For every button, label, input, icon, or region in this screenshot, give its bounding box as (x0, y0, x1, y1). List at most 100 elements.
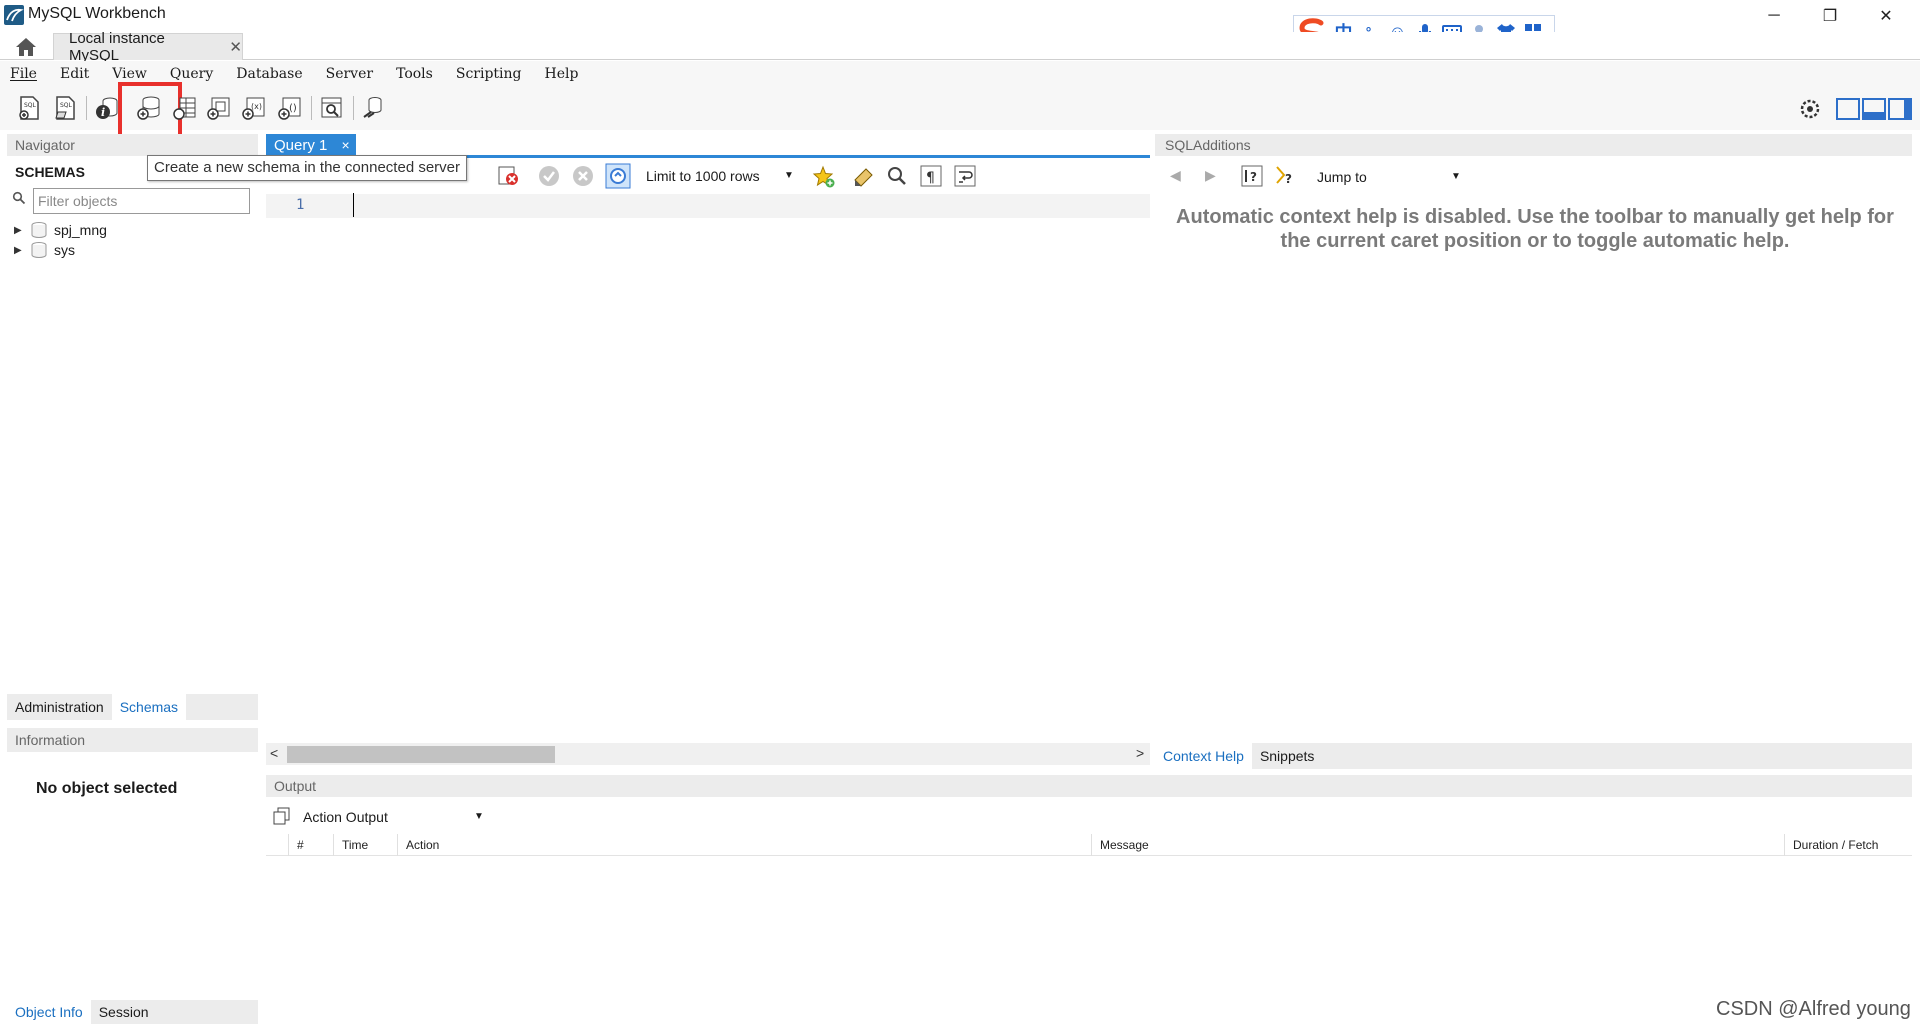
search-icon (12, 191, 26, 208)
filter-objects-input[interactable]: Filter objects (33, 188, 250, 214)
sqladditions-toolbar (1155, 158, 1912, 192)
beautify-brush-icon[interactable] (852, 165, 876, 192)
home-icon[interactable] (8, 34, 44, 60)
menu-file[interactable]: File (10, 66, 37, 82)
svg-text:(x): (x) (251, 102, 262, 111)
information-header: Information (7, 728, 258, 752)
create-procedure-icon[interactable]: (x) (241, 95, 267, 121)
invisible-chars-icon[interactable]: ¶ (920, 165, 942, 190)
inspector-info-icon[interactable]: i (94, 95, 120, 121)
column-time[interactable]: Time (342, 838, 368, 852)
menu-query[interactable]: Query (170, 66, 213, 82)
connection-tab[interactable]: Local instance MySQL ✕ (53, 30, 243, 64)
navigator-title: Navigator (15, 137, 79, 153)
create-view-icon[interactable] (206, 95, 232, 121)
dropdown-arrow-icon[interactable]: ▼ (784, 165, 794, 187)
menu-scripting[interactable]: Scripting (456, 66, 522, 82)
close-icon[interactable]: ✕ (229, 38, 242, 56)
column-number[interactable]: # (297, 838, 304, 852)
toggle-sidebar-icon[interactable] (1836, 98, 1860, 120)
schema-row-spj-mng[interactable]: ▶ spj_mng (14, 220, 107, 240)
create-table-icon[interactable] (172, 95, 198, 121)
toggle-output-panel-icon[interactable] (1862, 98, 1886, 120)
svg-text:(): () (289, 103, 297, 114)
forward-arrow-icon[interactable]: ▶ (1205, 167, 1216, 184)
menu-help[interactable]: Help (545, 66, 579, 82)
svg-text:?: ? (1250, 170, 1257, 184)
open-sql-script-icon[interactable]: SQL (52, 95, 78, 121)
mysql-workbench-app-icon (4, 5, 24, 25)
menu-tools[interactable]: Tools (396, 66, 433, 82)
window-title: MySQL Workbench (28, 5, 166, 22)
database-icon (31, 222, 47, 238)
tab-schemas[interactable]: Schemas (111, 694, 187, 720)
output-header: Output (266, 775, 1912, 797)
context-help-message: Automatic context help is disabled. Use … (1176, 206, 1894, 252)
schemas-title: SCHEMAS (15, 164, 86, 180)
tab-object-info[interactable]: Object Info (7, 1000, 91, 1024)
sqladditions-title: SQLAdditions (1165, 137, 1255, 153)
svg-text:?: ? (1285, 172, 1292, 186)
back-arrow-icon[interactable]: ◀ (1170, 167, 1181, 184)
column-message[interactable]: Message (1100, 838, 1149, 852)
column-action[interactable]: Action (406, 838, 439, 852)
schema-name: sys (54, 242, 75, 258)
auto-help-toggle-icon[interactable]: ? (1274, 165, 1296, 190)
stop-query-icon[interactable] (497, 164, 521, 191)
dropdown-arrow-icon[interactable]: ▼ (474, 806, 484, 828)
tab-snippets[interactable]: Snippets (1252, 743, 1322, 769)
menu-server[interactable]: Server (326, 66, 373, 82)
limit-rows-select[interactable]: Limit to 1000 rows (646, 165, 796, 187)
expand-arrow-icon[interactable]: ▶ (14, 225, 30, 236)
copy-icon[interactable] (273, 807, 291, 828)
expand-arrow-icon[interactable]: ▶ (14, 245, 30, 256)
menu-edit[interactable]: Edit (60, 66, 89, 82)
schema-name: spj_mng (54, 222, 107, 238)
close-icon[interactable]: × (342, 137, 350, 153)
dropdown-arrow-icon[interactable]: ▼ (1451, 166, 1461, 188)
output-type-select[interactable]: Action Output (303, 806, 483, 828)
output-title: Output (274, 778, 321, 794)
database-icon (31, 242, 47, 258)
output-column-headers (266, 832, 1912, 856)
no-object-message: No object selected (36, 780, 178, 797)
find-replace-icon[interactable] (886, 165, 908, 190)
new-sql-tab-icon[interactable]: SQL (16, 95, 42, 121)
search-table-data-icon[interactable] (319, 95, 345, 121)
schema-row-sys[interactable]: ▶ sys (14, 240, 75, 260)
commit-icon[interactable] (538, 165, 560, 190)
toggle-secondary-sidebar-icon[interactable] (1888, 98, 1912, 120)
watermark: CSDN @Alfred young (1716, 998, 1911, 1020)
maximize-button[interactable]: ❐ (1802, 0, 1858, 32)
output-log (266, 856, 1912, 1024)
word-wrap-icon[interactable] (954, 165, 976, 190)
close-window-button[interactable]: ✕ (1858, 0, 1914, 32)
sql-editor[interactable] (266, 218, 1150, 743)
rollback-icon[interactable] (572, 165, 594, 190)
line-number: 1 (296, 197, 305, 213)
query-tab[interactable]: Query 1 × (266, 134, 356, 156)
menu-view[interactable]: View (112, 66, 147, 82)
svg-text:¶: ¶ (926, 170, 935, 186)
reconnect-dbms-icon[interactable] (361, 95, 387, 121)
jump-to-select[interactable]: Jump to (1317, 166, 1462, 188)
menu-database[interactable]: Database (236, 66, 302, 82)
create-function-icon[interactable]: () (277, 95, 303, 121)
sqladditions-tabs: Context Help Snippets (1155, 743, 1912, 769)
connection-tab-label: Local instance MySQL (69, 30, 165, 64)
scroll-right-arrow-icon[interactable]: > (1136, 745, 1144, 761)
minimize-button[interactable]: ─ (1746, 0, 1802, 32)
query-tab-label: Query 1 (274, 137, 328, 154)
information-tabs: Object Info Session (7, 1000, 258, 1024)
connection-tab-strip (0, 32, 1920, 60)
scroll-left-arrow-icon[interactable]: < (270, 745, 278, 761)
manual-help-icon[interactable]: ? (1241, 165, 1263, 190)
settings-gear-icon[interactable] (1799, 98, 1821, 123)
scrollbar-thumb[interactable] (287, 746, 555, 763)
tab-administration[interactable]: Administration (7, 694, 112, 720)
tab-session[interactable]: Session (91, 1000, 157, 1024)
autocommit-toggle-icon[interactable] (605, 163, 631, 192)
add-snippet-star-icon[interactable] (812, 165, 836, 192)
tab-context-help[interactable]: Context Help (1155, 743, 1252, 769)
column-duration-fetch[interactable]: Duration / Fetch (1793, 838, 1878, 852)
